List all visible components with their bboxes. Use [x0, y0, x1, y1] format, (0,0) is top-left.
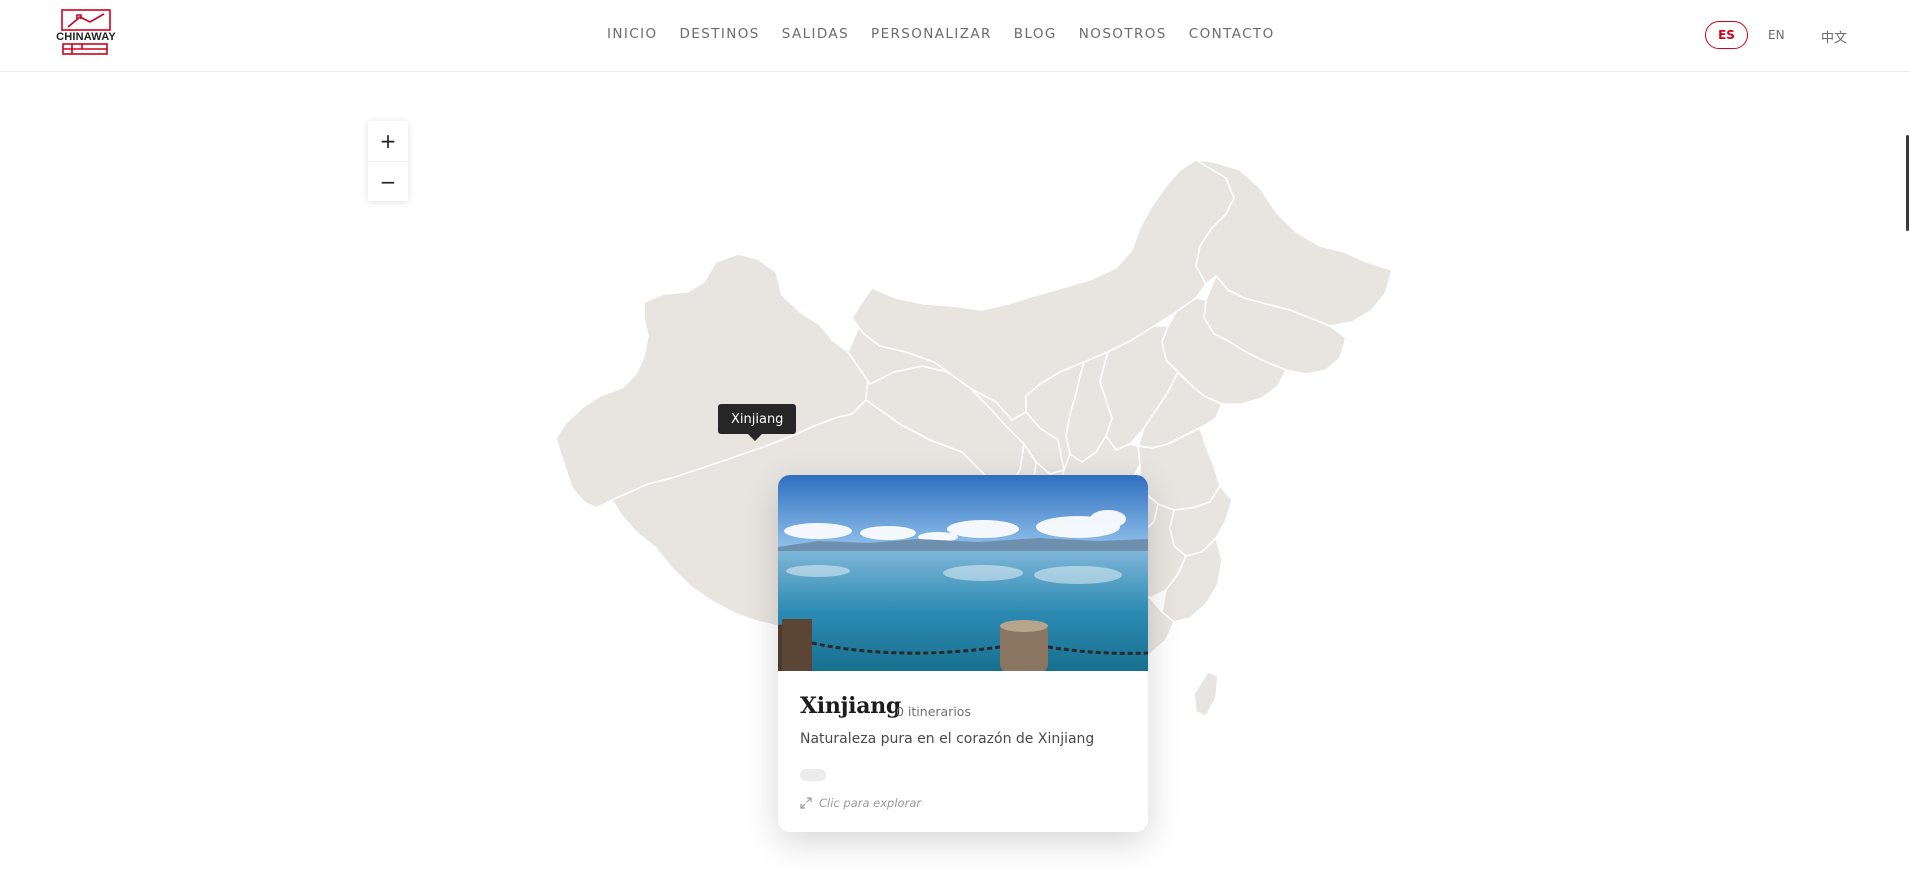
destination-photo	[778, 475, 1148, 671]
page-scrollbar[interactable]	[1906, 135, 1909, 231]
explore-hint-text: Clic para explorar	[819, 796, 922, 810]
nav-salidas[interactable]: SALIDAS	[782, 26, 849, 42]
explore-hint: Clic para explorar	[800, 796, 921, 810]
language-es-button[interactable]: ES	[1705, 21, 1748, 49]
destination-card[interactable]: Xinjiang 0 itinerarios Naturaleza pura e…	[778, 475, 1148, 832]
province-taiwan[interactable]	[1193, 671, 1219, 717]
brand-logo[interactable]: CHINAWAY	[50, 9, 122, 59]
destination-description: Naturaleza pura en el corazón de Xinjian…	[800, 731, 1095, 747]
china-map: + − Xinjiang Xinjiang 0 itinerarios Natu…	[0, 0, 1910, 879]
nav-personalizar[interactable]: PERSONALIZAR	[871, 26, 992, 42]
itinerary-count: 0 itinerarios	[896, 704, 971, 719]
tooltip-arrow	[748, 434, 762, 441]
nav-nosotros[interactable]: NOSOTROS	[1079, 26, 1167, 42]
nav-contacto[interactable]: CONTACTO	[1189, 26, 1275, 42]
zoom-out-button[interactable]: −	[368, 161, 408, 201]
map-zoom-control: + −	[368, 121, 408, 201]
nav-destinos[interactable]: DESTINOS	[680, 26, 760, 42]
zoom-in-button[interactable]: +	[368, 121, 408, 161]
language-zh-button[interactable]: 中文	[1821, 27, 1847, 46]
top-navbar: CHINAWAY INICIO DESTINOS SALIDAS PERSONA…	[0, 0, 1910, 72]
tag-placeholder	[800, 769, 826, 781]
expand-icon	[800, 797, 812, 809]
nav-inicio[interactable]: INICIO	[607, 26, 658, 42]
destination-title: Xinjiang	[800, 693, 901, 719]
language-en-button[interactable]: EN	[1768, 28, 1785, 42]
nav-blog[interactable]: BLOG	[1014, 26, 1057, 42]
brand-name: CHINAWAY	[56, 31, 116, 43]
main-nav: INICIO DESTINOS SALIDAS PERSONALIZAR BLO…	[607, 26, 1275, 42]
region-tooltip: Xinjiang	[718, 404, 797, 434]
